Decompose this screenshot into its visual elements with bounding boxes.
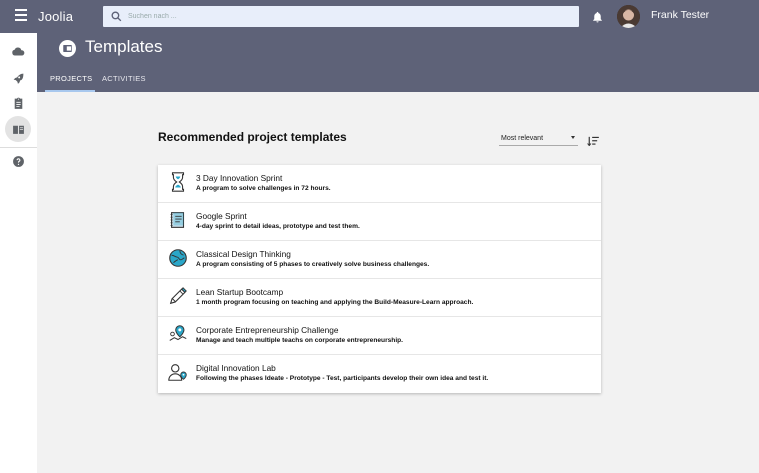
bell-icon[interactable] xyxy=(591,10,604,24)
section-title: Recommended project templates xyxy=(158,130,347,144)
clipboard-icon xyxy=(14,97,22,109)
templates-list: 3 Day Innovation Sprint A program to sol… xyxy=(158,165,601,393)
template-name: Classical Design Thinking xyxy=(196,249,291,259)
cloud-icon xyxy=(12,47,25,56)
rocket-icon xyxy=(13,73,23,84)
sidebar-item-rocket[interactable] xyxy=(5,65,31,91)
template-description: A program consisting of 5 phases to crea… xyxy=(196,261,430,268)
tab-activities[interactable]: ACTIVITIES xyxy=(102,74,146,83)
list-item[interactable]: Classical Design Thinking A program cons… xyxy=(158,241,601,279)
sort-selected-value: Most relevant xyxy=(501,135,544,142)
map-pin-icon xyxy=(169,325,187,341)
pencil-icon xyxy=(169,287,187,305)
template-name: Digital Innovation Lab xyxy=(196,363,276,373)
template-description: Following the phases Ideate - Prototype … xyxy=(196,375,489,382)
template-description: 1 month program focusing on teaching and… xyxy=(196,299,474,306)
top-app-bar: Joolia Frank Tester xyxy=(0,0,759,33)
search-bar[interactable] xyxy=(103,6,579,27)
sidebar-item-templates[interactable] xyxy=(5,116,31,142)
sort-order-icon[interactable] xyxy=(587,136,599,146)
template-name: Lean Startup Bootcamp xyxy=(196,287,284,297)
side-nav xyxy=(0,33,37,473)
template-description: 4-day sprint to detail ideas, prototype … xyxy=(196,223,360,230)
template-description: A program to solve challenges in 72 hour… xyxy=(196,185,331,192)
globe-icon xyxy=(169,249,187,267)
search-icon xyxy=(111,11,122,22)
template-description: Manage and teach multiple teachs on corp… xyxy=(196,337,404,344)
user-name[interactable]: Frank Tester xyxy=(651,9,709,21)
help-icon xyxy=(12,155,24,167)
menu-icon[interactable] xyxy=(12,9,30,25)
hourglass-icon xyxy=(171,172,185,192)
notebook-icon xyxy=(170,212,185,228)
list-item[interactable]: Corporate Entrepreneurship Challenge Man… xyxy=(158,317,601,355)
page-title: Templates xyxy=(85,37,163,56)
brand-logo: Joolia xyxy=(38,9,74,24)
template-name: Google Sprint xyxy=(196,211,247,221)
sidebar-item-help[interactable] xyxy=(5,148,31,174)
active-tab-indicator xyxy=(45,90,95,92)
sidebar-item-clipboard[interactable] xyxy=(5,90,31,116)
tab-projects[interactable]: PROJECTS xyxy=(50,74,92,83)
sidebar-item-cloud[interactable] xyxy=(5,39,31,65)
list-item[interactable]: Lean Startup Bootcamp 1 month program fo… xyxy=(158,279,601,317)
template-name: Corporate Entrepreneurship Challenge xyxy=(196,325,339,335)
list-item[interactable]: Google Sprint 4-day sprint to detail ide… xyxy=(158,203,601,241)
caret-down-icon xyxy=(571,136,575,139)
template-name: 3 Day Innovation Sprint xyxy=(196,173,283,183)
user-location-icon xyxy=(168,364,187,381)
list-item[interactable]: Digital Innovation Lab Following the pha… xyxy=(158,355,601,393)
book-icon xyxy=(12,125,24,134)
avatar[interactable] xyxy=(617,5,640,28)
list-item[interactable]: 3 Day Innovation Sprint A program to sol… xyxy=(158,165,601,203)
page-header: Templates PROJECTS ACTIVITIES xyxy=(37,33,759,92)
search-input[interactable] xyxy=(128,8,568,25)
sort-dropdown[interactable]: Most relevant xyxy=(499,133,578,146)
templates-icon xyxy=(59,40,76,57)
